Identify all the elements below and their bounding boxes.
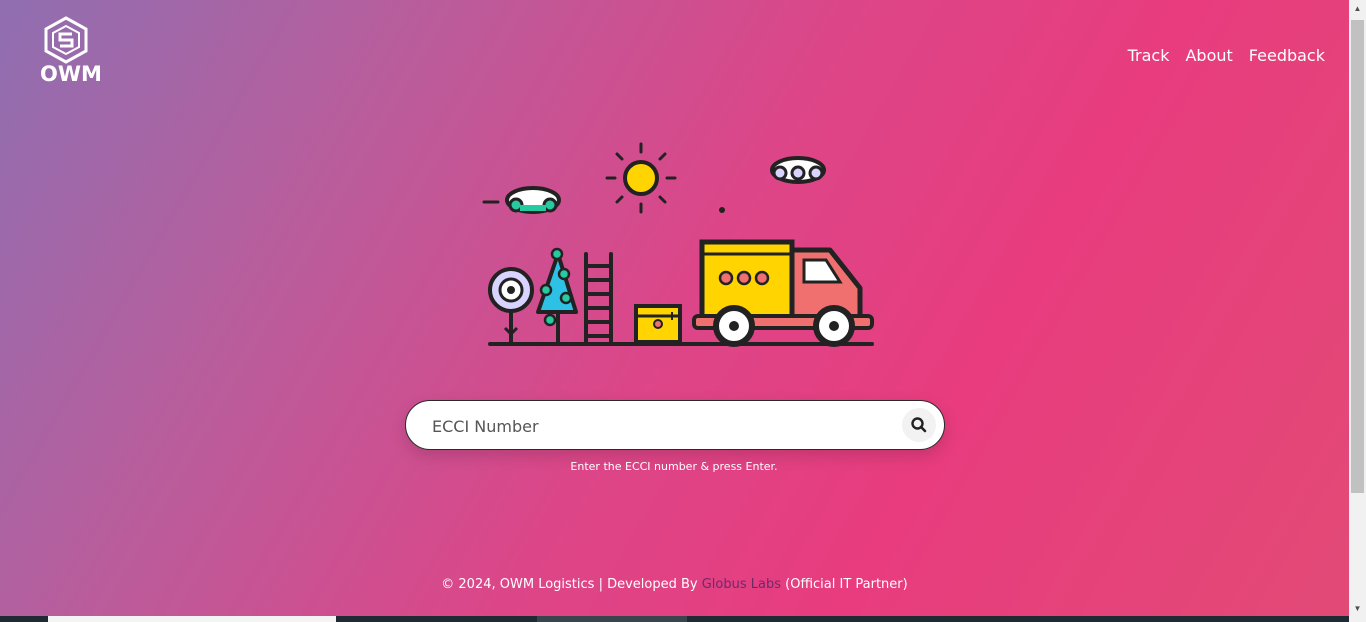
scroll-down-arrow-icon[interactable]: ▼ [1349,600,1366,617]
scrollbar-thumb[interactable] [1351,20,1364,493]
vertical-scrollbar[interactable]: ▲ ▼ [1349,0,1366,622]
footer-developer-link[interactable]: Globus Labs [702,577,781,592]
cloud-icon-right [770,156,826,184]
ecci-number-input[interactable] [430,401,884,451]
delivery-truck-illustration [482,142,874,347]
logo-text: OWM [40,62,102,86]
ladder-icon [584,252,613,344]
truck-icon [692,239,874,347]
page-background: OWM Track About Feedback ECCI Number Ent… [0,0,1349,616]
search-button[interactable] [902,408,936,442]
package-box-icon [634,304,682,344]
footer-copyright: © 2024, OWM Logistics | Developed By [441,577,702,592]
footer-suffix: (Official IT Partner) [781,577,908,592]
search-bar [405,400,945,451]
top-nav: Track About Feedback [1128,46,1325,65]
nav-about[interactable]: About [1185,46,1232,65]
taskbar-segment [48,616,336,622]
nav-feedback[interactable]: Feedback [1249,46,1325,65]
search-hint: Enter the ECCI number & press Enter. [570,460,778,473]
search-icon [911,417,927,433]
target-icon [488,267,534,342]
nav-track[interactable]: Track [1128,46,1170,65]
taskbar-strip [0,616,1349,622]
sun-icon [605,142,677,214]
scroll-up-arrow-icon[interactable]: ▲ [1349,0,1366,17]
footer: © 2024, OWM Logistics | Developed By Glo… [0,577,1349,592]
tree-icon [536,247,578,342]
taskbar-segment [537,616,687,622]
cloud-icon-left [482,186,561,214]
